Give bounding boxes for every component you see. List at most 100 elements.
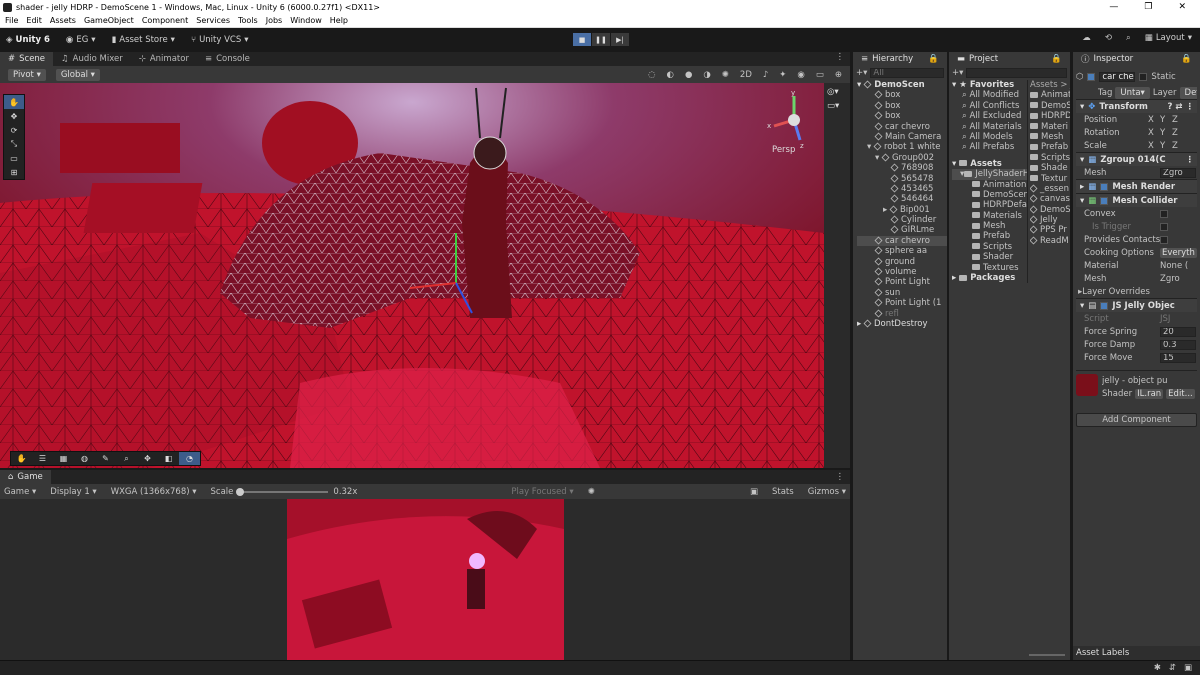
- project-breadcrumb[interactable]: Assets > Je: [1030, 80, 1070, 90]
- lock-icon[interactable]: 🔒: [1181, 54, 1192, 64]
- brush-icon[interactable]: ✎: [95, 452, 116, 465]
- pause-button[interactable]: ❚❚: [592, 33, 610, 46]
- move-field[interactable]: 15: [1160, 352, 1196, 363]
- minimize-icon[interactable]: —: [1109, 2, 1118, 12]
- audio-toggle-icon[interactable]: ♪: [763, 70, 768, 80]
- hierarchy-item[interactable]: car chevro: [857, 122, 947, 132]
- trigger-checkbox[interactable]: [1160, 222, 1168, 231]
- meshfilter-component-header[interactable]: ▾ ▦ Zgroup 014(C ⋮: [1076, 152, 1197, 166]
- cache-icon[interactable]: ▣: [1184, 663, 1192, 673]
- file-item[interactable]: Prefab: [1030, 142, 1070, 152]
- menu-component[interactable]: Component: [142, 16, 188, 25]
- hierarchy-item[interactable]: ▾ robot 1 white: [857, 142, 947, 152]
- tab-project[interactable]: ▬ Project 🔒: [949, 52, 1070, 66]
- script-value[interactable]: JSJ: [1160, 314, 1170, 324]
- tab-console[interactable]: ≡ Console: [197, 52, 258, 66]
- lock-icon[interactable]: 🔒: [928, 54, 939, 64]
- hierarchy-item[interactable]: Main Camera: [857, 132, 947, 142]
- menu-file[interactable]: File: [5, 16, 18, 25]
- tab-hierarchy[interactable]: ≡ Hierarchy 🔒: [853, 52, 947, 66]
- hierarchy-item[interactable]: box: [857, 90, 947, 100]
- hierarchy-item[interactable]: 565478: [857, 174, 947, 184]
- scene-root-item[interactable]: ▾ DemoScen: [857, 80, 947, 90]
- add-icon[interactable]: +▾: [856, 68, 867, 78]
- move-icon[interactable]: ✥: [137, 452, 158, 465]
- menu-services[interactable]: Services: [196, 16, 230, 25]
- cloud-icon[interactable]: ☁: [1082, 33, 1091, 43]
- hierarchy-item[interactable]: 453465: [857, 184, 947, 194]
- shader-dropdown[interactable]: IL.ran: [1135, 388, 1164, 399]
- gizmos-icon[interactable]: ⊕: [835, 70, 842, 80]
- tag-dropdown[interactable]: Unta▾: [1115, 86, 1150, 99]
- file-item[interactable]: ReadM: [1030, 236, 1070, 246]
- packages-header[interactable]: ▸ Packages: [952, 273, 1027, 283]
- hierarchy-item[interactable]: sphere aa: [857, 246, 947, 256]
- folder-item[interactable]: Materials: [952, 211, 1027, 221]
- debug-icon[interactable]: ✱: [1154, 663, 1161, 673]
- orientation-gizmo[interactable]: y x z: [764, 89, 824, 150]
- menu-window[interactable]: Window: [290, 16, 322, 25]
- 2d-toggle-icon[interactable]: 2D: [740, 70, 752, 80]
- gauge-icon[interactable]: ◔: [179, 452, 200, 465]
- collider-enabled-checkbox[interactable]: [1100, 196, 1109, 205]
- layer-overrides-row[interactable]: ▸ Layer Overrides: [1076, 285, 1197, 298]
- component-menu-icon[interactable]: ⋮: [1186, 155, 1198, 165]
- maximize-on-play-icon[interactable]: ▣: [750, 487, 758, 497]
- shaded-wire-icon[interactable]: ◐: [667, 70, 674, 80]
- tab-inspector[interactable]: ⓘ Inspector 🔒: [1073, 52, 1200, 66]
- collider-component-header[interactable]: ▾ ▦ Mesh Collider: [1076, 193, 1197, 207]
- file-item[interactable]: Shade: [1030, 163, 1070, 173]
- renderer-enabled-checkbox[interactable]: [1100, 182, 1109, 191]
- favorite-item[interactable]: ⌕ All Materials: [952, 122, 1027, 132]
- add-component-button[interactable]: Add Component: [1076, 413, 1197, 427]
- file-item[interactable]: Textur: [1030, 174, 1070, 184]
- hierarchy-item[interactable]: GIRLme: [857, 225, 947, 235]
- play-focused-dropdown[interactable]: Play Focused ▾: [511, 487, 573, 497]
- favorite-item[interactable]: ⌕ All Models: [952, 132, 1027, 142]
- file-item[interactable]: DemoS: [1030, 205, 1070, 215]
- hierarchy-item[interactable]: sun: [857, 288, 947, 298]
- close-icon[interactable]: ✕: [1178, 2, 1186, 12]
- hierarchy-search[interactable]: All: [870, 68, 944, 78]
- folder-item[interactable]: Prefab: [952, 231, 1027, 241]
- folder-item[interactable]: Animation: [952, 180, 1027, 190]
- transform-tool-icon[interactable]: ⊞: [4, 165, 24, 179]
- menu-edit[interactable]: Edit: [26, 16, 42, 25]
- pivot-dropdown[interactable]: Pivot ▾: [8, 68, 46, 81]
- unity-account-button[interactable]: ◈ Unity 6: [6, 35, 50, 45]
- folder-item[interactable]: DemoScen: [952, 190, 1027, 200]
- menu-assets[interactable]: Assets: [50, 16, 76, 25]
- static-checkbox[interactable]: [1139, 73, 1148, 81]
- project-search[interactable]: [966, 68, 1067, 78]
- file-item[interactable]: Scripts: [1030, 153, 1070, 163]
- favorite-item[interactable]: ⌕ All Excluded: [952, 111, 1027, 121]
- convex-checkbox[interactable]: [1160, 209, 1168, 218]
- game-render[interactable]: [287, 499, 564, 660]
- file-item[interactable]: Mesh: [1030, 132, 1070, 142]
- object-name-field[interactable]: car chevr: [1099, 72, 1136, 82]
- menu-help[interactable]: Help: [330, 16, 348, 25]
- persp-label[interactable]: Persp: [772, 145, 795, 155]
- rotate-tool-icon[interactable]: ⟳: [4, 123, 24, 137]
- orientation-icon[interactable]: ◎▾: [827, 87, 847, 97]
- file-item[interactable]: DemoS: [1030, 101, 1070, 111]
- scale-slider[interactable]: Scale 0.32x: [211, 487, 358, 497]
- hierarchy-item-selected[interactable]: car chevro: [857, 235, 947, 247]
- tab-game[interactable]: ⌂ Game: [0, 470, 51, 484]
- gizmo-axes[interactable]: y x z: [764, 89, 824, 150]
- folder-item[interactable]: HDRPDefa: [952, 200, 1027, 210]
- paint-icon[interactable]: ◧: [158, 452, 179, 465]
- spring-field[interactable]: 20: [1160, 326, 1196, 337]
- menu-jobs[interactable]: Jobs: [266, 16, 283, 25]
- cooking-dropdown[interactable]: Everyth: [1160, 247, 1197, 258]
- stats-button[interactable]: Stats: [772, 487, 794, 497]
- hierarchy-item[interactable]: Point Light: [857, 277, 947, 287]
- game-mode-dropdown[interactable]: Game ▾: [4, 487, 36, 497]
- hierarchy-item[interactable]: ▸ Bip001: [857, 205, 947, 215]
- hierarchy-item[interactable]: box: [857, 111, 947, 121]
- file-item[interactable]: Jelly: [1030, 215, 1070, 225]
- contacts-checkbox[interactable]: [1160, 235, 1168, 244]
- hierarchy-item[interactable]: ▾ Group002: [857, 153, 947, 163]
- icon-size-slider[interactable]: [1029, 654, 1065, 656]
- gizmos-dropdown[interactable]: Gizmos ▾: [808, 487, 846, 497]
